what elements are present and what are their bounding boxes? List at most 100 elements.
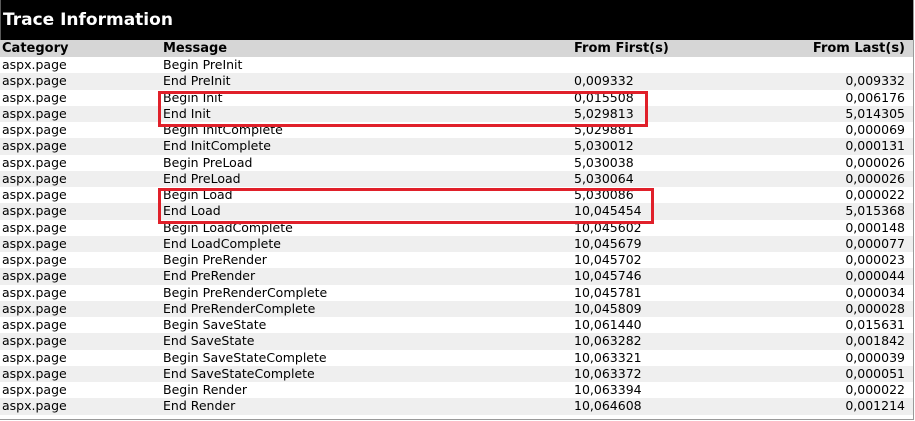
table-row: aspx.page End SaveStateComplete 10,063372 0… [0, 365, 913, 382]
table-row: aspx.page Begin SaveStateComplete 10,06332… [0, 350, 913, 366]
cell-from-last: 0,000051 [845, 365, 905, 381]
cell-message: Begin SaveState [163, 317, 267, 332]
column-header-from-last: From Last(s) [812, 41, 905, 56]
cell-message: End LoadComplete [163, 235, 281, 251]
cell-category: aspx.page [2, 170, 67, 186]
cell-category: aspx.page [2, 89, 67, 105]
cell-from-first: 10,063394 [574, 382, 642, 397]
cell-category: aspx.page [2, 122, 67, 137]
cell-from-last: 0,000077 [845, 235, 905, 251]
cell-from-last: 0,000148 [845, 219, 905, 235]
cell-category: aspx.page [2, 398, 67, 414]
cell-message: End Load [163, 203, 221, 219]
cell-from-last: 0,009332 [845, 73, 905, 89]
table-row: aspx.page End Init 5,029813 5,014305 [0, 105, 913, 122]
cell-from-last: 0,000023 [845, 252, 905, 267]
cell-message: End Render [163, 398, 236, 414]
table-row: aspx.page Begin SaveState 10,061440 0,01563… [0, 317, 913, 333]
cell-category: aspx.page [2, 333, 67, 349]
cell-from-last: 0,000026 [845, 170, 905, 186]
cell-category: aspx.page [2, 252, 67, 267]
cell-from-first: 5,030064 [574, 170, 634, 186]
trace-rows: aspx.page Begin PreInit aspx.page End PreIn… [0, 57, 913, 415]
cell-message: Begin LoadComplete [163, 219, 293, 235]
table-row: aspx.page Begin PreRender 10,045702 0,00002… [0, 252, 913, 268]
cell-category: aspx.page [2, 187, 67, 202]
cell-message: Begin Render [163, 382, 248, 397]
table-row: aspx.page Begin Load 5,030086 0,000022 [0, 187, 913, 203]
table-header: Category Message From First(s) From Last… [0, 40, 913, 57]
cell-from-first: 10,064608 [574, 398, 642, 414]
cell-message: End PreRenderComplete [163, 300, 316, 316]
table-row: aspx.page End PreRenderComplete 10,045809 0… [0, 300, 913, 317]
table-row: aspx.page Begin Init 0,015508 0,006176 [0, 90, 913, 106]
cell-category: aspx.page [2, 235, 67, 251]
table-row: aspx.page Begin Render 10,063394 0,000022 [0, 382, 913, 398]
cell-from-first: 10,045809 [574, 300, 642, 316]
cell-message: Begin Init [163, 89, 223, 105]
table-row: aspx.page End PreInit 0,009332 0,009332 [0, 73, 913, 90]
cell-category: aspx.page [2, 203, 67, 219]
cell-message: End SaveStateComplete [163, 365, 315, 381]
table-row: aspx.page End InitComplete 5,030012 0,00013… [0, 138, 913, 155]
column-header-from-first: From First(s) [574, 41, 669, 56]
cell-from-first: 10,063372 [574, 365, 642, 381]
cell-from-last: 0,000034 [845, 284, 905, 300]
trace-information-header: Trace Information [0, 0, 913, 40]
cell-from-last: 0,000026 [845, 154, 905, 170]
cell-from-first: 10,045746 [574, 268, 642, 284]
cell-from-first: 0,009332 [574, 73, 634, 89]
cell-from-first: 10,045781 [574, 284, 642, 300]
cell-category: aspx.page [2, 382, 67, 397]
cell-from-first: 5,029813 [574, 105, 634, 121]
cell-category: aspx.page [2, 284, 67, 300]
cell-category: aspx.page [2, 154, 67, 170]
table-row: aspx.page End PreRender 10,045746 0,000044 [0, 268, 913, 285]
cell-message: End Init [163, 105, 211, 121]
cell-category: aspx.page [2, 138, 67, 154]
cell-message: End PreRender [163, 268, 256, 284]
cell-from-last: 0,000022 [845, 382, 905, 397]
table-row: aspx.page End PreLoad 5,030064 0,000026 [0, 170, 913, 187]
table-row: aspx.page End Render 10,064608 0,001214 [0, 398, 913, 415]
cell-message: End InitComplete [163, 138, 271, 154]
cell-message: Begin PreInit [163, 57, 243, 72]
column-header-message: Message [163, 41, 228, 56]
table-row: aspx.page Begin InitComplete 5,029881 0,000… [0, 122, 913, 138]
cell-from-first: 5,030086 [574, 187, 634, 202]
column-header-category: Category [2, 41, 69, 56]
cell-from-last: 0,000028 [845, 300, 905, 316]
cell-from-last: 0,000022 [845, 187, 905, 202]
cell-message: Begin PreRenderComplete [163, 284, 328, 300]
cell-message: End PreLoad [163, 170, 241, 186]
cell-category: aspx.page [2, 317, 67, 332]
table-row: aspx.page End SaveState 10,063282 0,001842 [0, 333, 913, 350]
cell-category: aspx.page [2, 365, 67, 381]
cell-from-last: 0,015631 [845, 317, 905, 332]
cell-from-first: 10,045679 [574, 235, 642, 251]
cell-category: aspx.page [2, 219, 67, 235]
cell-message: End SaveState [163, 333, 255, 349]
table-row: aspx.page Begin LoadComplete 10,045602 0,00… [0, 220, 913, 236]
cell-category: aspx.page [2, 349, 67, 365]
table-row: aspx.page Begin PreLoad 5,030038 0,000026 [0, 155, 913, 171]
cell-from-first: 10,045702 [574, 252, 642, 267]
cell-category: aspx.page [2, 105, 67, 121]
cell-from-first: 5,030012 [574, 138, 634, 154]
cell-category: aspx.page [2, 73, 67, 89]
table-row: aspx.page Begin PreRenderComplete 10,04578… [0, 285, 913, 301]
table-row: aspx.page Begin PreInit [0, 57, 913, 73]
cell-category: aspx.page [2, 57, 67, 72]
cell-message: End PreInit [163, 73, 231, 89]
cell-category: aspx.page [2, 268, 67, 284]
cell-from-first: 10,063321 [574, 349, 642, 365]
cell-from-first: 5,029881 [574, 122, 634, 137]
cell-from-first: 10,045602 [574, 219, 642, 235]
cell-from-last: 0,001214 [845, 398, 905, 414]
cell-category: aspx.page [2, 300, 67, 316]
cell-message: Begin PreLoad [163, 154, 253, 170]
section-title: Trace Information [3, 10, 173, 30]
cell-message: Begin Load [163, 187, 233, 202]
table-row: aspx.page End LoadComplete 10,045679 0,0000… [0, 235, 913, 252]
cell-from-last: 0,000039 [845, 349, 905, 365]
